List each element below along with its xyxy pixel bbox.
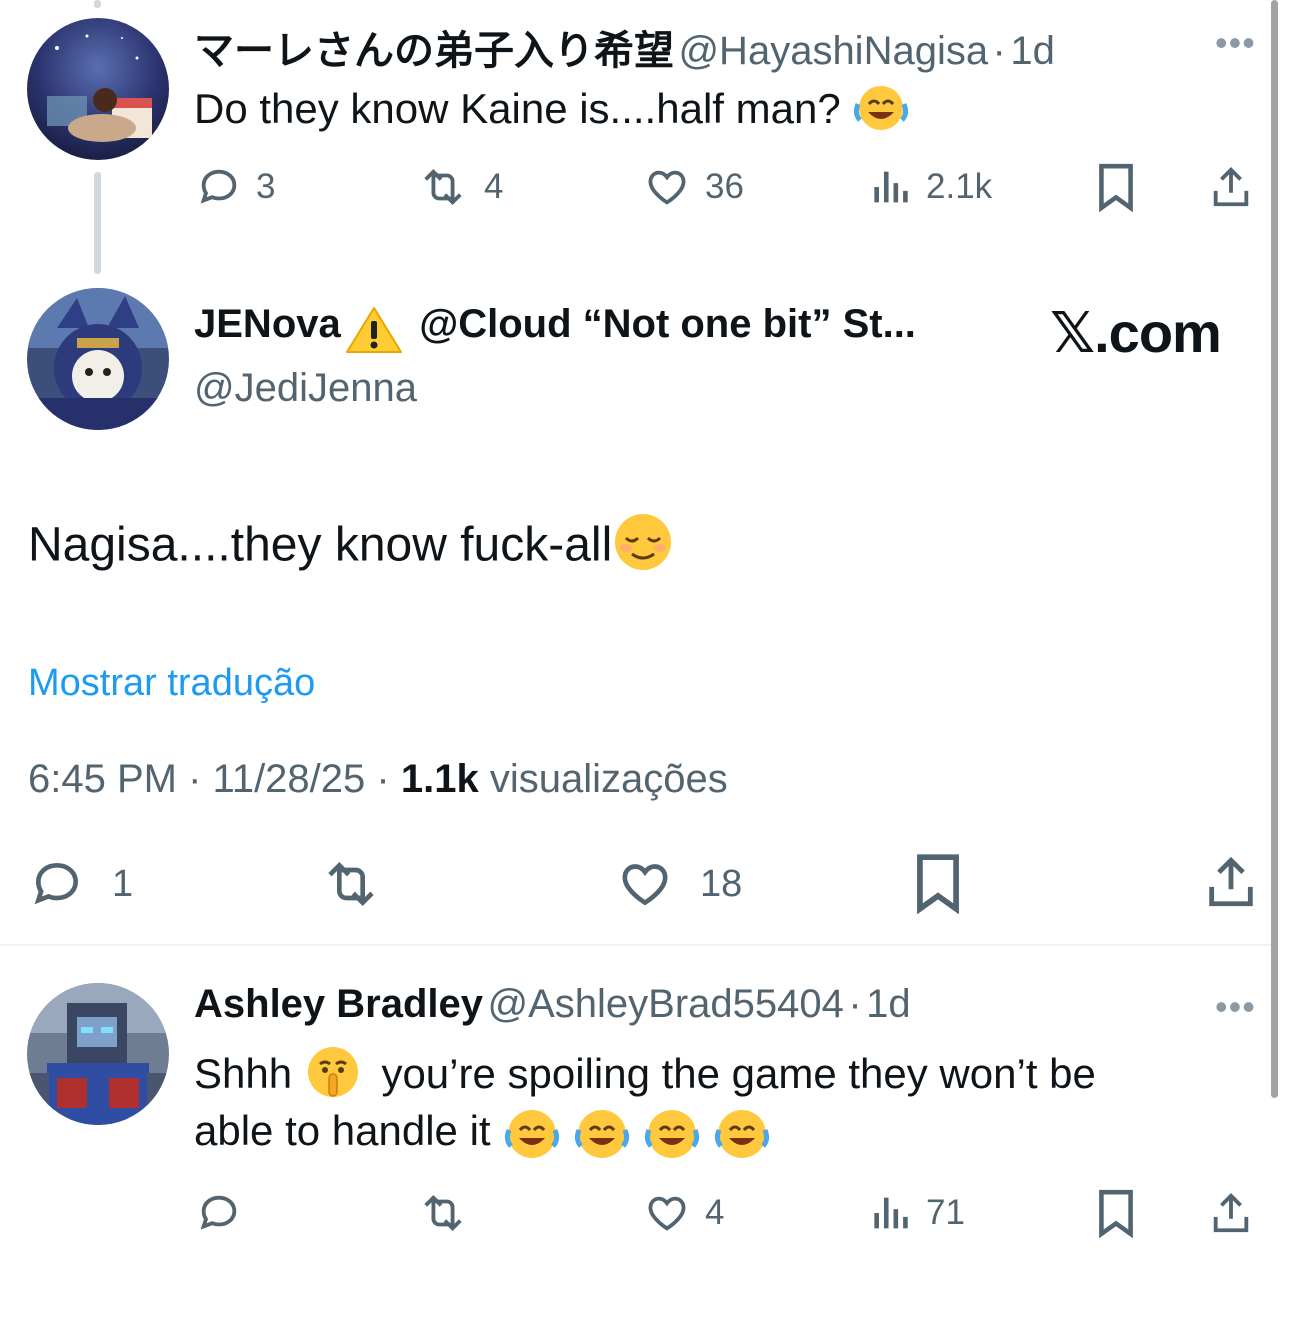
relieved-emoji-icon (612, 512, 674, 584)
repost-icon (424, 168, 462, 206)
repost-button[interactable] (416, 1190, 470, 1236)
post-time[interactable]: 6:45 PM (28, 757, 177, 801)
like-button[interactable]: 4 (643, 1190, 724, 1236)
like-count: 36 (705, 167, 744, 206)
tweet3-header: Ashley Bradley @AshleyBrad55404 · 1d (194, 982, 911, 1027)
main-handle[interactable]: @JediJenna (194, 366, 417, 411)
warning-emoji-icon (343, 304, 405, 361)
reply-icon (200, 169, 237, 204)
tweet1-header: マーレさんの弟子入り希望 @HayashiNagisa · 1d (194, 18, 1055, 76)
bookmark-icon (917, 854, 959, 914)
display-name-suffix[interactable]: @Cloud “Not one bit” St... (419, 302, 916, 346)
more-icon[interactable]: ••• (1215, 986, 1256, 1028)
timestamp[interactable]: 1d (1010, 29, 1055, 73)
laughing-emojis-icon (502, 1107, 772, 1158)
reply-button[interactable]: 3 (196, 164, 275, 210)
reply-count: 1 (112, 862, 134, 905)
reply-icon (200, 1195, 237, 1230)
separator: · (188, 757, 202, 801)
like-icon (648, 170, 686, 205)
tweet-thread-page: マーレさんの弟子入り希望 @HayashiNagisa · 1d ••• Do … (0, 0, 1290, 1319)
share-icon (1213, 167, 1249, 207)
avatar-hayashinagisa[interactable] (27, 18, 169, 160)
repost-icon (328, 862, 374, 906)
like-button[interactable]: 36 (643, 164, 744, 210)
avatar-ashleybrad[interactable] (27, 983, 169, 1125)
separator: · (376, 757, 390, 801)
display-name[interactable]: Ashley Bradley (194, 982, 483, 1026)
scrollbar[interactable] (1271, 0, 1278, 1098)
more-icon[interactable]: ••• (1215, 22, 1256, 64)
x-com-logo: 𝕏.com (1050, 301, 1222, 364)
display-name[interactable]: マーレさんの弟子入り希望 (194, 29, 674, 73)
reply-button[interactable] (196, 1190, 242, 1236)
main-tweet-name-row: JENova @Cloud “Not one bit” St... (194, 302, 916, 361)
like-count: 18 (700, 862, 743, 905)
share-button[interactable] (1202, 852, 1260, 912)
post-date[interactable]: 11/28/25 (213, 757, 366, 801)
display-name[interactable]: JENova (194, 302, 341, 346)
tweet-text: Do they know Kaine is....half man? (194, 85, 841, 133)
views-icon (874, 1197, 908, 1229)
views-label: visualizações (489, 757, 728, 801)
like-count: 4 (705, 1193, 725, 1232)
share-button[interactable] (1208, 1188, 1254, 1238)
laughing-emoji-icon (852, 82, 910, 142)
tweet3-text-line1: Shhh you’re spoiling the game they won’t… (194, 1044, 1096, 1110)
tweet-text: you’re spoiling the game they won’t be (381, 1050, 1096, 1098)
views-count: 1.1k (400, 757, 479, 801)
bookmark-button[interactable] (1095, 1188, 1137, 1238)
views-count: 71 (926, 1193, 965, 1232)
bookmark-button[interactable] (1095, 162, 1137, 212)
tweet1-text: Do they know Kaine is....half man? (194, 82, 910, 142)
share-button[interactable] (1208, 162, 1254, 212)
show-translation-link[interactable]: Mostrar tradução (28, 662, 315, 705)
avatar-jedijenna[interactable] (27, 288, 169, 430)
timestamp[interactable]: 1d (866, 982, 911, 1026)
views-count: 2.1k (926, 167, 993, 206)
bookmark-icon (1099, 1189, 1133, 1238)
shushing-emoji-icon (304, 1044, 362, 1110)
share-icon (1213, 1193, 1249, 1233)
thread-line (94, 172, 101, 274)
divider (0, 944, 1272, 946)
handle[interactable]: @AshleyBrad55404 (487, 982, 843, 1026)
views-button[interactable]: 2.1k (872, 164, 992, 210)
bookmark-icon (1099, 163, 1133, 212)
repost-button[interactable]: 4 (416, 164, 503, 210)
main-tweet-text: Nagisa....they know fuck-all (28, 512, 674, 584)
tweet-text: Shhh (194, 1050, 293, 1098)
reply-button[interactable]: 1 (28, 856, 133, 912)
repost-button[interactable] (316, 856, 386, 912)
views-button[interactable]: 71 (872, 1190, 965, 1236)
repost-count: 4 (484, 167, 504, 206)
tweet-meta: 6:45 PM · 11/28/25 · 1.1k visualizações (28, 757, 728, 802)
reply-count: 3 (256, 167, 276, 206)
repost-icon (424, 1194, 462, 1232)
tweet3-text-line2: able to handle it (194, 1106, 772, 1162)
share-icon (1209, 856, 1253, 907)
like-icon (648, 1196, 686, 1231)
like-button[interactable]: 18 (614, 856, 742, 912)
views-icon (874, 171, 908, 203)
like-icon (622, 864, 668, 906)
reply-icon (34, 862, 79, 905)
thread-line-top (94, 0, 101, 8)
tweet-text: Nagisa....they know fuck-all (28, 518, 613, 572)
separator: · (992, 29, 1006, 73)
separator: · (848, 982, 862, 1026)
handle[interactable]: @HayashiNagisa (678, 29, 988, 73)
bookmark-button[interactable] (912, 852, 964, 914)
tweet-text: able to handle it (194, 1107, 491, 1155)
